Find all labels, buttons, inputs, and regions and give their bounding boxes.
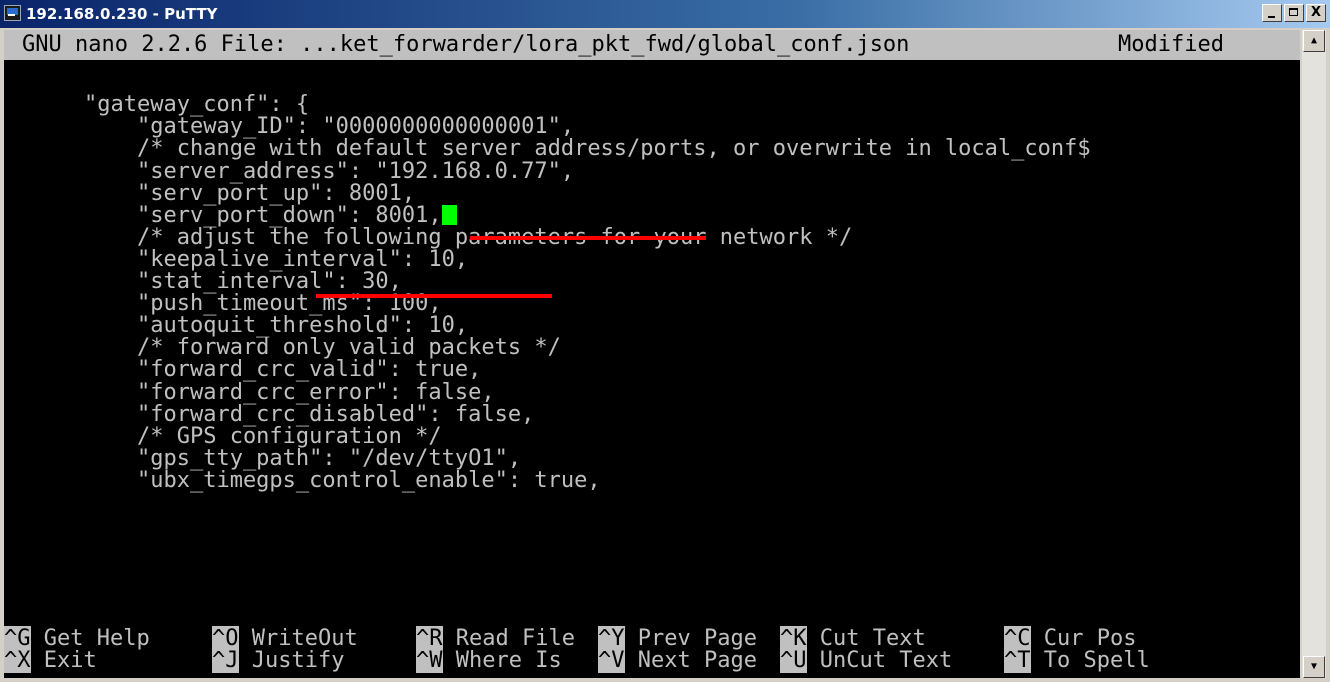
shortcut-item[interactable]: ^U UnCut Text (780, 648, 953, 673)
shortcut-key: ^W (416, 648, 443, 673)
shortcut-label: Justify (238, 648, 345, 673)
editor-line: "autoquit_threshold": 10, (84, 313, 469, 339)
editor-line: "forward_crc_valid": true, (84, 357, 482, 383)
putty-terminal-icon[interactable] (4, 5, 21, 21)
window-controls: X (1260, 4, 1326, 22)
shortcut-label: Where Is (442, 648, 562, 673)
shortcut-label: Next Page (624, 648, 757, 673)
editor-line: "stat_interval": 30, (84, 269, 402, 294)
scroll-down-arrow-icon[interactable]: ▼ (1303, 656, 1325, 678)
shortcut-item[interactable]: ^Y Prev Page (598, 626, 757, 651)
shortcut-key: ^U (780, 648, 807, 673)
nano-title-bar: GNU nano 2.2.6 File: ...ket_forwarder/lo… (4, 30, 1300, 60)
editor-line: "ubx_timegps_control_enable": true, (84, 467, 601, 493)
shortcut-key: ^T (1004, 648, 1031, 673)
shortcut-item[interactable]: ^O WriteOut (212, 626, 358, 651)
editor-line: "gps_tty_path": "/dev/ttyO1", (84, 445, 522, 471)
shortcut-label: Exit (30, 648, 97, 673)
annotation-underline-serv-port-down (316, 294, 552, 298)
annotation-underline-server-address (470, 236, 706, 240)
editor-line: /* GPS configuration */ (84, 423, 442, 449)
vertical-scrollbar[interactable]: ▲ ▼ (1302, 30, 1326, 678)
shortcut-item[interactable]: ^X Exit (4, 648, 97, 673)
shortcut-label: UnCut Text (806, 648, 953, 673)
shortcut-item[interactable]: ^W Where Is (416, 648, 562, 673)
minimize-button[interactable] (1262, 4, 1282, 22)
close-button[interactable]: X (1306, 4, 1326, 22)
editor-line: "gateway_ID": "0000000000000001", (84, 114, 575, 140)
editor-line: "serv_port_up": 8001, (84, 180, 416, 206)
editor-line: /* adjust the following parameters for y… (84, 224, 853, 250)
modified-indicator: Modified (1118, 32, 1224, 57)
shortcut-item[interactable]: ^K Cut Text (780, 626, 926, 651)
shortcut-key: ^X (4, 648, 31, 673)
putty-window: 192.168.0.230 - PuTTY X GNU nano 2.2.6 F… (0, 0, 1330, 682)
putty-icon-prompt (8, 14, 15, 16)
terminal-area[interactable]: GNU nano 2.2.6 File: ...ket_forwarder/lo… (4, 30, 1300, 678)
shortcut-item[interactable]: ^J Justify (212, 648, 345, 673)
editor-line: "forward_crc_disabled": false, (84, 401, 535, 427)
title-bar[interactable]: 192.168.0.230 - PuTTY X (0, 0, 1330, 28)
nano-header-title: GNU nano 2.2.6 File: ...ket_forwarder/lo… (22, 32, 910, 57)
editor-line: "keepalive_interval": 10, (84, 246, 469, 272)
window-title: 192.168.0.230 - PuTTY (26, 5, 218, 23)
shortcut-item[interactable]: ^C Cur Pos (1004, 626, 1136, 651)
shortcut-item[interactable]: ^G Get Help (4, 626, 150, 651)
shortcut-key: ^V (598, 648, 625, 673)
scroll-up-arrow-icon[interactable]: ▲ (1303, 30, 1325, 52)
maximize-button[interactable] (1284, 4, 1304, 22)
editor-line: "gateway_conf": { (84, 92, 310, 118)
editor-line: "serv_port_down": 8001, (84, 204, 457, 227)
editor-line: "server_address": "192.168.0.77", (84, 158, 575, 184)
shortcut-item[interactable]: ^R Read File (416, 626, 575, 651)
text-cursor (441, 204, 457, 225)
editor-line: "forward_crc_error": false, (84, 379, 495, 405)
shortcut-item[interactable]: ^V Next Page (598, 648, 757, 673)
shortcut-item[interactable]: ^T To Spell (1004, 648, 1150, 673)
shortcut-key: ^J (212, 648, 239, 673)
shortcut-label: To Spell (1030, 648, 1150, 673)
editor-line: /* change with default server address/po… (84, 136, 1091, 162)
editor-line: /* forward only valid packets */ (84, 335, 561, 361)
